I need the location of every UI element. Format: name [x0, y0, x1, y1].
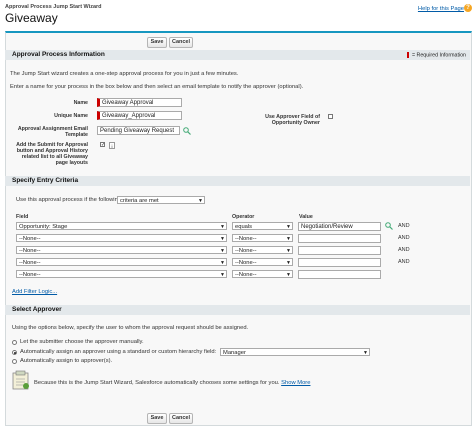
- chevron-down-icon: ▼: [286, 224, 291, 230]
- cancel-button-bottom[interactable]: Cancel: [169, 413, 193, 424]
- section1-intro2: Enter a name for your process in the box…: [10, 84, 304, 90]
- radio-assign-label: Automatically assign to approver(s).: [20, 358, 113, 364]
- cancel-button-top[interactable]: Cancel: [169, 37, 193, 48]
- help-icon[interactable]: ?: [464, 4, 472, 12]
- criteria-field-select[interactable]: --None-- ▼: [16, 246, 227, 254]
- criteria-operator-select[interactable]: --None-- ▼: [232, 246, 293, 254]
- radio-manual-label: Let the submitter choose the approver ma…: [20, 339, 144, 345]
- radio-manual-approver[interactable]: [12, 340, 17, 345]
- criteria-operator-select[interactable]: --None-- ▼: [232, 270, 293, 278]
- criteria-value-field[interactable]: [298, 258, 381, 267]
- approver-intro: Using the options below, specify the use…: [12, 325, 249, 331]
- use-approver-label: Use Approver Field of Opportunity Owner: [265, 114, 320, 126]
- criteria-field-select[interactable]: --None-- ▼: [16, 270, 227, 278]
- chevron-down-icon: ▼: [286, 248, 291, 254]
- info-icon[interactable]: i: [109, 142, 115, 149]
- and-label: AND: [398, 247, 410, 253]
- chevron-down-icon: ▼: [363, 350, 368, 356]
- name-field[interactable]: Giveaway Approval: [97, 98, 182, 107]
- col-field-header: Field: [16, 214, 29, 220]
- required-marker: [406, 52, 409, 58]
- email-template-field[interactable]: Pending Giveaway Request: [97, 126, 180, 135]
- save-button-top[interactable]: Save: [147, 37, 167, 48]
- section1-intro1: The Jump Start wizard creates a one-step…: [10, 71, 239, 77]
- radio-hierarchy-approver[interactable]: [12, 350, 17, 355]
- criteria-operator-select[interactable]: equals ▼: [232, 222, 293, 230]
- section-approval-info: Approval Process Information: [5, 50, 470, 60]
- jumpstart-note: Because this is the Jump Start Wizard, S…: [34, 380, 311, 386]
- lookup-icon[interactable]: [385, 222, 393, 230]
- chevron-down-icon: ▼: [198, 198, 203, 204]
- and-label: AND: [398, 223, 410, 229]
- criteria-value-field[interactable]: [298, 234, 381, 243]
- criteria-field-select[interactable]: --None-- ▼: [16, 234, 227, 242]
- col-operator-header: Operator: [232, 214, 255, 220]
- col-value-header: Value: [299, 214, 313, 220]
- add-submit-label: Add the Submit for Approval button and A…: [16, 142, 88, 166]
- chevron-down-icon: ▼: [220, 224, 225, 230]
- criteria-intro: Use this approval process if the followi…: [16, 197, 122, 203]
- chevron-down-icon: ▼: [220, 236, 225, 242]
- add-filter-logic-link[interactable]: Add Filter Logic...: [12, 289, 57, 295]
- criteria-value-field[interactable]: [298, 246, 381, 255]
- help-link[interactable]: Help for this Page: [418, 6, 464, 12]
- section-select-approver: Select Approver: [5, 305, 470, 315]
- required-legend: = Required Information: [406, 52, 466, 58]
- criteria-field-select[interactable]: --None-- ▼: [16, 258, 227, 266]
- and-label: AND: [398, 235, 410, 241]
- section-title: Approval Process Information: [12, 51, 105, 58]
- use-approver-checkbox[interactable]: [328, 114, 333, 119]
- chevron-down-icon: ▼: [220, 248, 225, 254]
- breadcrumb: Approval Process Jump Start Wizard: [5, 4, 102, 10]
- chevron-down-icon: ▼: [220, 272, 225, 278]
- chevron-down-icon: ▼: [220, 260, 225, 266]
- criteria-value-field[interactable]: [298, 270, 381, 279]
- chevron-down-icon: ▼: [286, 236, 291, 242]
- chevron-down-icon: ▼: [286, 260, 291, 266]
- show-more-link[interactable]: Show More: [281, 380, 310, 386]
- lookup-icon[interactable]: [183, 127, 191, 135]
- criteria-mode-select[interactable]: criteria are met ▼: [117, 196, 205, 204]
- email-template-label: Approval Assignment Email Template: [17, 126, 88, 138]
- radio-hierarchy-label: Automatically assign an approver using a…: [20, 349, 217, 355]
- notepad-icon: [12, 370, 29, 390]
- hierarchy-field-select[interactable]: Manager ▼: [220, 348, 370, 356]
- criteria-operator-select[interactable]: --None-- ▼: [232, 258, 293, 266]
- chevron-down-icon: ▼: [286, 272, 291, 278]
- section-entry-criteria: Specify Entry Criteria: [5, 176, 470, 186]
- add-submit-checkbox[interactable]: ✓: [100, 142, 105, 148]
- unique-name-label: Unique Name: [54, 113, 88, 119]
- page-title: Giveaway: [5, 11, 58, 25]
- section-title: Specify Entry Criteria: [12, 177, 79, 184]
- unique-name-field[interactable]: Giveaway_Approval: [97, 111, 182, 120]
- criteria-operator-select[interactable]: --None-- ▼: [232, 234, 293, 242]
- save-button-bottom[interactable]: Save: [147, 413, 167, 424]
- radio-assign-approvers[interactable]: [12, 359, 17, 364]
- name-label: Name: [73, 100, 88, 106]
- and-label: AND: [398, 259, 410, 265]
- criteria-field-select[interactable]: Opportunity: Stage ▼: [16, 222, 227, 230]
- criteria-value-field[interactable]: Negotiation/Review: [298, 222, 381, 231]
- section-title: Select Approver: [12, 306, 62, 313]
